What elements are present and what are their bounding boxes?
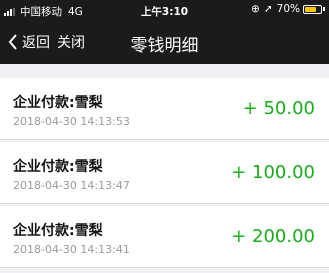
battery-fill xyxy=(305,6,316,12)
transaction-title: 企业付款:雪梨 xyxy=(13,223,103,239)
list-item[interactable]: 企业付款:雪梨 2018-04-30 14:13:53 + 50.00 xyxy=(0,78,329,140)
transaction-title: 企业付款:雪梨 xyxy=(13,159,103,175)
location-icon: ➚ xyxy=(263,3,273,15)
status-right: ⊕ ➚ 70% xyxy=(247,3,325,15)
list-item[interactable]: 企业付款:雪梨 2018-04-30 14:13:47 + 100.00 xyxy=(0,142,329,204)
nav-bar: 返回 关闭 零钱明细 xyxy=(0,20,329,64)
battery-icon xyxy=(303,4,322,14)
status-bar: 中国移动 4G 上午3:10 ⊕ ➚ 70% xyxy=(0,0,329,20)
transaction-amount: + 100.00 xyxy=(231,162,315,183)
transaction-timestamp: 2018-04-30 14:13:53 xyxy=(13,115,130,128)
transaction-amount: + 50.00 xyxy=(242,98,315,119)
list-item[interactable]: 企业付款:雪梨 2018-04-30 14:13:41 + 200.00 xyxy=(0,206,329,268)
page-title: 零钱明细 xyxy=(130,36,199,56)
battery-percent: 70% xyxy=(276,3,300,15)
transaction-timestamp: 2018-04-30 14:13:41 xyxy=(13,243,130,256)
transaction-title: 企业付款:雪梨 xyxy=(13,95,103,111)
transaction-timestamp: 2018-04-30 14:13:47 xyxy=(13,179,130,192)
transaction-list: 企业付款:雪梨 2018-04-30 14:13:53 + 50.00 企业付款… xyxy=(0,78,329,270)
rotation-lock-icon: ⊕ xyxy=(251,3,260,15)
transaction-amount: + 200.00 xyxy=(231,226,315,247)
battery-tip xyxy=(323,7,325,11)
